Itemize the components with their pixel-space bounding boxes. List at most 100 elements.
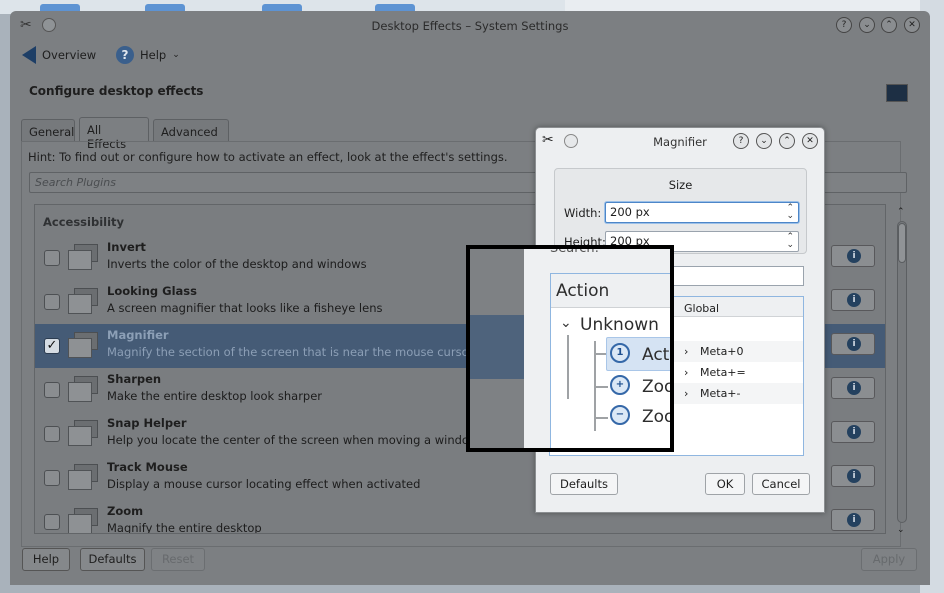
- help-icon: ?: [116, 46, 134, 64]
- chevron-down-icon: ⌄: [560, 315, 572, 331]
- info-button[interactable]: i: [831, 509, 875, 531]
- effect-description: Magnify the entire desktop: [107, 521, 262, 534]
- chevron-right-icon[interactable]: ›: [684, 366, 688, 379]
- effect-icon: [68, 418, 98, 448]
- lens-search-label: Search:: [550, 245, 600, 256]
- tree-row-label: Actu: [642, 345, 670, 365]
- magnifier-lens: Search: Action ⌄ Unknown 1 Actu + Zoo − …: [466, 245, 674, 452]
- list-scrollbar[interactable]: ⌃ ⌄: [895, 207, 909, 541]
- global-column-header[interactable]: Global: [684, 302, 719, 315]
- effect-description: Display a mouse cursor locating effect w…: [107, 477, 421, 491]
- dialog-defaults-button[interactable]: Defaults: [550, 473, 618, 495]
- minimize-button[interactable]: ⌄: [859, 17, 875, 33]
- info-icon: i: [847, 381, 861, 395]
- chevron-right-icon[interactable]: ›: [684, 345, 688, 358]
- apply-button[interactable]: Apply: [861, 548, 917, 571]
- back-arrow-icon: [22, 46, 36, 64]
- info-button[interactable]: i: [831, 465, 875, 487]
- info-icon: i: [847, 293, 861, 307]
- chevron-down-icon: ⌄: [172, 50, 180, 60]
- info-icon: i: [847, 513, 861, 527]
- scroll-track[interactable]: [897, 221, 907, 523]
- effect-description: Inverts the color of the desktop and win…: [107, 257, 367, 271]
- zoom-in-icon: +: [610, 375, 630, 395]
- reset-button[interactable]: Reset: [151, 548, 205, 571]
- info-button[interactable]: i: [831, 421, 875, 443]
- effect-icon: [68, 286, 98, 316]
- action-column-header: Action: [556, 281, 610, 301]
- effect-icon: [68, 374, 98, 404]
- defaults-button[interactable]: Defaults: [80, 548, 145, 571]
- close-button[interactable]: ✕: [802, 133, 818, 149]
- category-heading: Accessibility: [43, 215, 125, 229]
- enable-checkbox[interactable]: [44, 294, 60, 310]
- shortcut-value[interactable]: Meta+-: [700, 387, 741, 400]
- effect-name: Snap Helper: [107, 416, 187, 430]
- titlebar[interactable]: ✂ Desktop Effects – System Settings ? ⌄ …: [10, 11, 930, 39]
- desktop-effects-icon: [886, 84, 908, 102]
- help-button[interactable]: ? Help ⌄: [116, 44, 180, 66]
- group-title: Size: [668, 178, 693, 192]
- effect-name: Invert: [107, 240, 146, 254]
- effect-description: Make the entire desktop look sharper: [107, 389, 323, 403]
- close-button[interactable]: ✕: [904, 17, 920, 33]
- tab-advanced[interactable]: Advanced: [153, 119, 229, 142]
- maximize-button[interactable]: ⌃: [779, 133, 795, 149]
- lens-selection: [470, 315, 524, 379]
- cancel-button[interactable]: Cancel: [752, 473, 810, 495]
- info-button[interactable]: i: [831, 377, 875, 399]
- effect-icon: [68, 506, 98, 533]
- magnifier-icon: 1: [610, 343, 630, 363]
- info-button[interactable]: i: [831, 245, 875, 267]
- effect-description: Magnify the section of the screen that i…: [107, 345, 474, 359]
- info-button[interactable]: i: [831, 333, 875, 355]
- overview-button[interactable]: Overview: [22, 44, 96, 66]
- tree-line: [567, 335, 569, 399]
- info-icon: i: [847, 337, 861, 351]
- enable-checkbox[interactable]: [44, 382, 60, 398]
- help-title-button[interactable]: ?: [733, 133, 749, 149]
- width-spinbox[interactable]: 200 px ⌃ ⌄: [605, 202, 799, 223]
- shortcut-value[interactable]: Meta+0: [700, 345, 744, 358]
- window-title: Desktop Effects – System Settings: [371, 19, 569, 33]
- page-title: Configure desktop effects: [29, 84, 204, 98]
- effect-description: A screen magnifier that looks like a fis…: [107, 301, 383, 315]
- enable-checkbox[interactable]: [44, 514, 60, 530]
- maximize-button[interactable]: ⌃: [881, 17, 897, 33]
- minimize-button[interactable]: ⌄: [756, 133, 772, 149]
- help-title-button[interactable]: ?: [836, 17, 852, 33]
- effect-name: Magnifier: [107, 328, 169, 342]
- info-icon: i: [847, 469, 861, 483]
- toolbar: Overview ? Help ⌄: [10, 39, 930, 69]
- enable-checkbox[interactable]: [44, 470, 60, 486]
- info-icon: i: [847, 249, 861, 263]
- spin-arrows-icon[interactable]: ⌃ ⌄: [786, 204, 794, 221]
- scroll-up-icon[interactable]: ⌃: [897, 207, 905, 217]
- tree-row-label: Zoo: [642, 377, 674, 397]
- enable-checkbox[interactable]: ✓: [44, 338, 60, 354]
- enable-checkbox[interactable]: [44, 250, 60, 266]
- shortcut-value[interactable]: Meta+=: [700, 366, 746, 379]
- chevron-right-icon[interactable]: ›: [684, 387, 688, 400]
- zoom-out-icon: −: [610, 405, 630, 425]
- width-value: 200 px: [610, 205, 650, 219]
- effect-name: Looking Glass: [107, 284, 197, 298]
- width-label: Width:: [564, 206, 602, 220]
- effect-icon: [68, 330, 98, 360]
- scroll-thumb[interactable]: [898, 223, 906, 263]
- ok-button[interactable]: OK: [705, 473, 745, 495]
- effect-name: Zoom: [107, 504, 144, 518]
- effect-name: Sharpen: [107, 372, 162, 386]
- tab-general[interactable]: General: [21, 119, 75, 142]
- tree-group-label: Unknown: [580, 315, 659, 335]
- effect-description: Help you locate the center of the screen…: [107, 433, 481, 447]
- tree-line: [594, 386, 608, 388]
- spin-arrows-icon[interactable]: ⌃ ⌄: [786, 233, 794, 250]
- effect-name: Track Mouse: [107, 460, 188, 474]
- scroll-down-icon[interactable]: ⌄: [897, 525, 905, 535]
- info-button[interactable]: i: [831, 289, 875, 311]
- help-footer-button[interactable]: Help: [22, 548, 70, 571]
- enable-checkbox[interactable]: [44, 426, 60, 442]
- effect-icon: [68, 242, 98, 272]
- tab-all-effects[interactable]: All Effects: [79, 117, 149, 151]
